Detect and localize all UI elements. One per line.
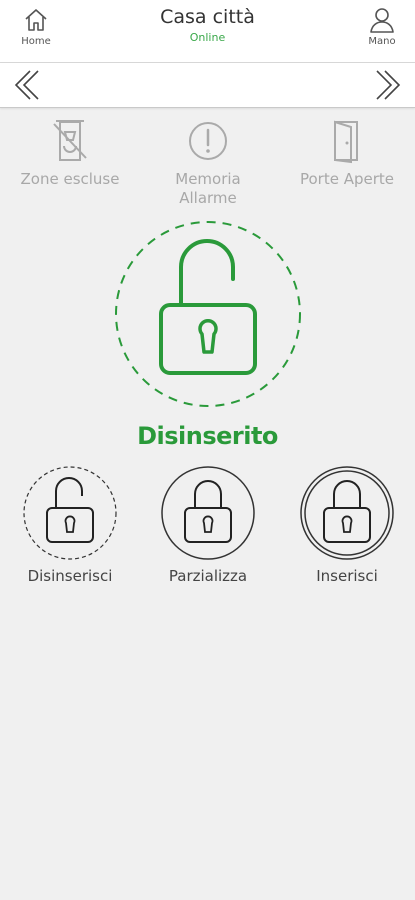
user-icon: [370, 8, 394, 33]
home-icon: [25, 9, 47, 31]
top-bar: Home Casa città Online Mano: [0, 0, 415, 63]
open-doors-icon: [334, 120, 358, 164]
disarm-label: Disinserisci: [27, 567, 113, 585]
user-label: Mano: [368, 36, 396, 47]
excluded-zones-icon: [53, 120, 87, 161]
excluded-zones-button[interactable]: Zone escluse: [5, 118, 135, 189]
chevron-left-icon: [14, 70, 39, 100]
unlocked-padlock-icon: [115, 221, 301, 407]
header-title-block: Casa città Online: [100, 4, 315, 45]
open-doors-label: Porte Aperte: [299, 170, 395, 188]
home-button[interactable]: Home: [6, 6, 66, 58]
chevron-right-icon: [376, 70, 401, 100]
home-label: Home: [21, 36, 51, 47]
alarm-memory-button[interactable]: Memoria Allarme: [143, 118, 273, 208]
padlock-icon: [300, 466, 394, 560]
user-button[interactable]: Mano: [352, 6, 412, 58]
alarm-state-label: Disinserito: [137, 422, 278, 450]
connection-status: Online: [189, 31, 226, 44]
previous-button[interactable]: [8, 67, 48, 103]
main-lock-status[interactable]: [113, 219, 303, 409]
area-navigation-bar: [0, 63, 415, 108]
arm-button[interactable]: Inserisci: [287, 465, 407, 585]
next-button[interactable]: [367, 67, 407, 103]
excluded-zones-label: Zone escluse: [20, 170, 120, 188]
open-doors-button[interactable]: Porte Aperte: [282, 118, 412, 189]
alarm-memory-label: Memoria Allarme: [175, 170, 241, 207]
page-title: Casa città: [160, 6, 255, 28]
disarm-button[interactable]: Disinserisci: [10, 465, 130, 585]
arm-label: Inserisci: [316, 567, 378, 585]
partial-arm-label: Parzializza: [168, 567, 248, 585]
unlocked-padlock-icon: [23, 466, 117, 560]
alarm-memory-icon: [189, 122, 227, 160]
partial-arm-button[interactable]: Parzializza: [148, 465, 268, 585]
padlock-icon: [161, 466, 255, 560]
